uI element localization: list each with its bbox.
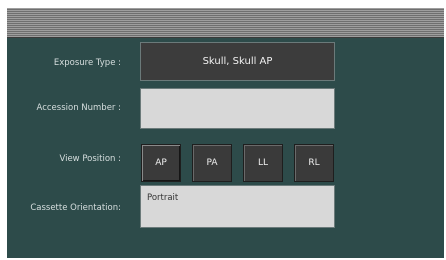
view-position-label: View Position : — [59, 154, 121, 164]
exposure-type-field[interactable]: Skull, Skull AP — [140, 42, 335, 81]
cassette-orientation-field[interactable]: Portrait — [140, 185, 335, 228]
view-position-rl-button[interactable]: RL — [294, 144, 334, 182]
title-bar — [7, 8, 444, 38]
cassette-orientation-label: Cassette Orientation: — [30, 203, 121, 213]
view-position-ll-button[interactable]: LL — [243, 144, 283, 182]
exposure-type-label: Exposure Type : — [53, 58, 121, 68]
view-position-ap-button[interactable]: AP — [141, 144, 181, 182]
cassette-orientation-value: Portrait — [147, 193, 179, 203]
accession-number-label: Accession Number : — [36, 103, 121, 113]
exposure-dialog: Exposure Type : Skull, Skull AP Accessio… — [7, 8, 444, 258]
view-position-pa-button[interactable]: PA — [192, 144, 232, 182]
accession-number-input[interactable] — [140, 88, 335, 129]
